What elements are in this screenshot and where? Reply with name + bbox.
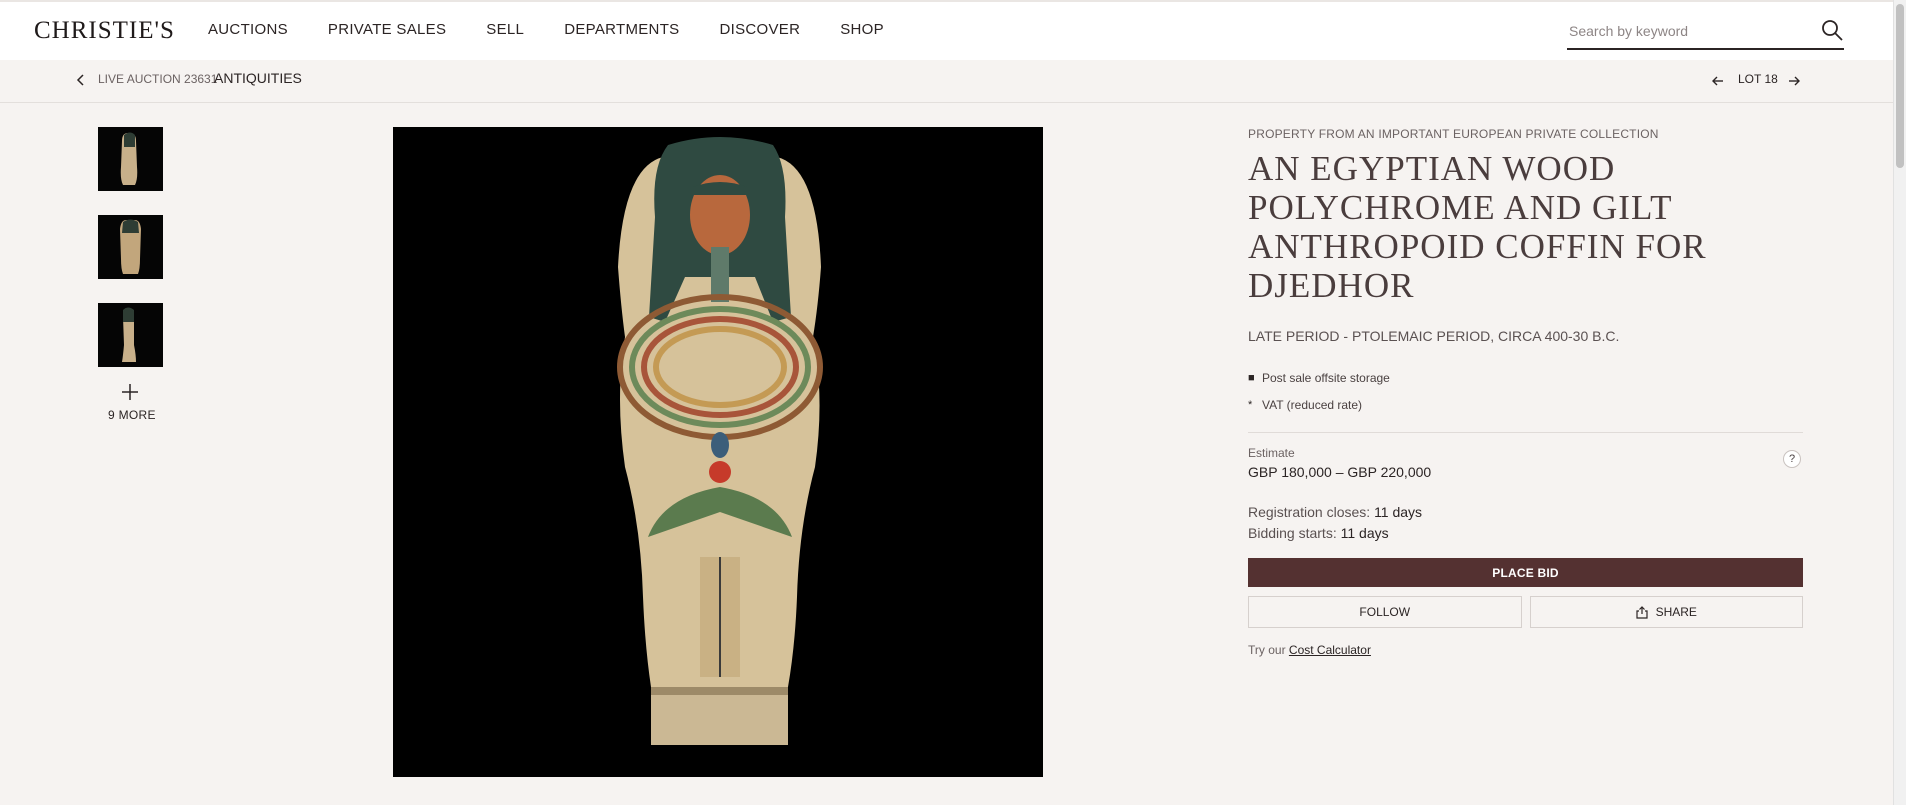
cost-calculator-link[interactable]: Cost Calculator	[1289, 643, 1371, 657]
search-box	[1567, 12, 1844, 50]
nav-departments[interactable]: DEPARTMENTS	[564, 21, 679, 38]
nav-auctions[interactable]: AUCTIONS	[208, 21, 288, 38]
search-input[interactable]	[1567, 19, 1811, 43]
share-button[interactable]: SHARE	[1529, 596, 1803, 629]
share-icon	[1635, 606, 1648, 619]
registration-label: Registration closes:	[1248, 504, 1371, 521]
cost-calculator: Try our Cost Calculator	[1248, 643, 1803, 657]
main-lot-image[interactable]	[393, 127, 1043, 777]
breadcrumb: LIVE AUCTION 23631 ANTIQUITIES LOT 18	[0, 60, 1894, 103]
top-navigation: CHRISTIE'S AUCTIONS PRIVATE SALES SELL D…	[0, 0, 1894, 60]
chevron-left-icon[interactable]	[74, 72, 88, 88]
more-images-label[interactable]: 9 MORE	[108, 408, 156, 422]
main-nav: AUCTIONS PRIVATE SALES SELL DEPARTMENTS …	[208, 21, 884, 38]
provenance: PROPERTY FROM AN IMPORTANT EUROPEAN PRIV…	[1248, 127, 1659, 141]
lot-number: LOT 18	[1738, 72, 1778, 86]
coffin-image	[393, 127, 1043, 777]
follow-button[interactable]: FOLLOW	[1248, 596, 1522, 629]
auction-dates: Registration closes: 11 days Bidding sta…	[1248, 502, 1803, 544]
symbol-text[interactable]: VAT (reduced rate)	[1262, 398, 1362, 412]
nav-discover[interactable]: DISCOVER	[719, 21, 800, 38]
bidding-label: Bidding starts:	[1248, 525, 1337, 542]
estimate: Estimate GBP 180,000 – GBP 220,000 ?	[1248, 446, 1803, 480]
breadcrumb-department[interactable]: ANTIQUITIES	[214, 70, 302, 86]
arrow-left-icon[interactable]	[1710, 73, 1726, 89]
lot-period: LATE PERIOD - PTOLEMAIC PERIOD, CIRCA 40…	[1248, 328, 1620, 345]
place-bid-button[interactable]: PLACE BID	[1248, 558, 1803, 588]
calc-prefix: Try our	[1248, 643, 1286, 658]
scrollbar-thumb[interactable]	[1896, 4, 1904, 168]
action-buttons: FOLLOW SHARE	[1248, 596, 1803, 629]
thumbnail-3[interactable]	[98, 303, 163, 367]
bidding-row: Bidding starts: 11 days	[1248, 523, 1803, 544]
nav-shop[interactable]: SHOP	[840, 21, 884, 38]
share-label: SHARE	[1655, 605, 1697, 620]
registration-value: 11 days	[1374, 504, 1423, 521]
coffin-thumbnail-image	[98, 127, 163, 191]
lot-details: PROPERTY FROM AN IMPORTANT EUROPEAN PRIV…	[1248, 127, 1803, 657]
thumbnail-2[interactable]	[98, 215, 163, 279]
page-scrollbar[interactable]	[1893, 0, 1906, 805]
bidding-value: 11 days	[1340, 525, 1389, 542]
asterisk-icon: *	[1248, 398, 1253, 411]
search-icon[interactable]	[1820, 18, 1844, 42]
coffin-thumbnail-image	[98, 303, 163, 367]
estimate-label: Estimate	[1248, 446, 1295, 461]
nav-private-sales[interactable]: PRIVATE SALES	[328, 21, 446, 38]
estimate-value: GBP 180,000 – GBP 220,000	[1248, 464, 1432, 481]
arrow-right-icon[interactable]	[1786, 73, 1802, 89]
divider	[1248, 432, 1803, 434]
registration-row: Registration closes: 11 days	[1248, 502, 1803, 523]
breadcrumb-sale[interactable]: LIVE AUCTION 23631	[98, 72, 217, 86]
coffin-thumbnail-image	[98, 215, 163, 279]
follow-label: FOLLOW	[1359, 605, 1411, 620]
symbol-text[interactable]: Post sale offsite storage	[1262, 371, 1390, 385]
thumbnail-1[interactable]	[98, 127, 163, 191]
lot-symbols: ■ Post sale offsite storage * VAT (reduc…	[1248, 364, 1803, 418]
symbol-row: ■ Post sale offsite storage	[1248, 364, 1803, 391]
lot-title: AN EGYPTIAN WOOD POLYCHROME AND GILT ANT…	[1248, 149, 1707, 305]
symbol-row: * VAT (reduced rate)	[1248, 391, 1803, 418]
nav-sell[interactable]: SELL	[486, 21, 524, 38]
square-icon: ■	[1248, 371, 1255, 384]
christies-logo[interactable]: CHRISTIE'S	[34, 17, 175, 45]
plus-icon[interactable]	[121, 383, 139, 401]
